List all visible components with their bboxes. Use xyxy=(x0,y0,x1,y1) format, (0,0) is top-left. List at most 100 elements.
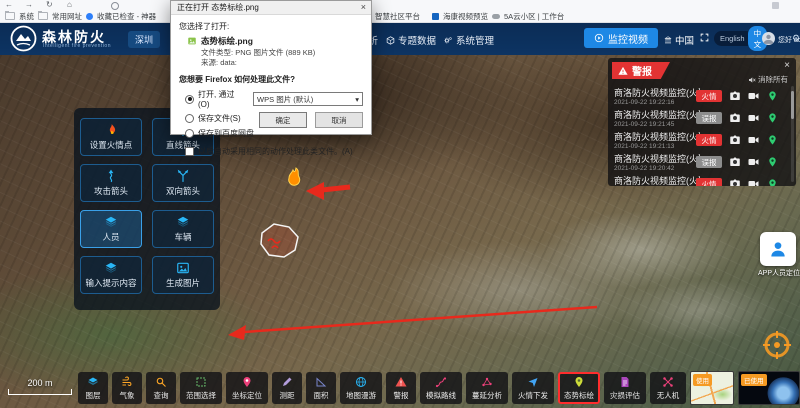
radio-selected-icon[interactable] xyxy=(185,95,194,104)
camera-icon[interactable] xyxy=(729,90,741,102)
video-camera-icon[interactable] xyxy=(747,112,760,124)
toolbar-measure-distance[interactable]: 测距 xyxy=(272,372,302,404)
browser-forward-icon[interactable]: → xyxy=(25,0,33,10)
alarm-row[interactable]: 商洛防火视频监控(火警) 2021-09-22 19:20:42 误报 xyxy=(608,152,788,174)
camera-icon[interactable] xyxy=(729,134,741,146)
globe-icon xyxy=(355,376,367,388)
location-pin-icon[interactable] xyxy=(767,156,778,168)
status-badge[interactable]: 火情 xyxy=(696,90,722,102)
plot-set-fire-point-button[interactable]: 设置火情点 xyxy=(80,118,142,156)
bookmark-item[interactable]: 海康视频预览 xyxy=(432,10,488,22)
toolbar-weather[interactable]: 气象 xyxy=(112,372,142,404)
video-camera-icon[interactable] xyxy=(747,90,760,102)
map-2d-thumbnail[interactable]: 使用 xyxy=(690,371,734,405)
toolbar-search[interactable]: 查询 xyxy=(146,372,176,404)
location-pin-icon[interactable] xyxy=(767,90,778,102)
fullscreen-icon[interactable] xyxy=(700,33,709,42)
camera-icon[interactable] xyxy=(729,156,741,168)
bookmark-item[interactable]: 系统 xyxy=(5,10,34,22)
map-2d-use-chip[interactable]: 使用 xyxy=(693,374,712,386)
toolbar-alarm[interactable]: 警报 xyxy=(386,372,416,404)
status-badge[interactable]: 火情 xyxy=(696,178,722,186)
video-camera-icon[interactable] xyxy=(747,134,760,146)
browser-reload-icon[interactable]: ↻ xyxy=(46,0,53,10)
checkbox-icon[interactable] xyxy=(185,147,194,156)
warning-icon xyxy=(395,376,407,388)
alarm-row[interactable]: 商洛防火视频监控(火警) 2021-09-22 19:21:13 火情 xyxy=(608,130,788,152)
toolbar-area[interactable]: 面积 xyxy=(306,372,336,404)
avatar[interactable] xyxy=(762,32,775,45)
map-3d-thumbnail[interactable]: 已使用 xyxy=(738,371,800,405)
person-locate-icon[interactable] xyxy=(760,232,796,266)
cancel-button[interactable]: 取消 xyxy=(315,112,363,128)
status-badge[interactable]: 误报 xyxy=(696,156,722,168)
scrollbar-thumb[interactable] xyxy=(791,91,794,119)
plot-personnel-button[interactable]: 人员 xyxy=(80,210,142,248)
plot-vehicle-button[interactable]: 车辆 xyxy=(152,210,214,248)
open-with-select[interactable]: WPS 图片 (默认) ▾ xyxy=(253,92,363,106)
dialog-source: 来源: data: xyxy=(201,58,363,68)
video-camera-icon[interactable] xyxy=(747,178,760,186)
dialog-close-icon[interactable]: × xyxy=(361,1,366,14)
location-pin-icon[interactable] xyxy=(767,112,778,124)
compass-icon[interactable] xyxy=(762,330,792,360)
settings-gear-icon[interactable]: ⚙ xyxy=(792,33,800,44)
toolbar-route-sim[interactable]: 模拟路线 xyxy=(420,372,462,404)
toolbar-spread-analysis[interactable]: 蔓延分析 xyxy=(466,372,508,404)
map-3d-use-chip[interactable]: 已使用 xyxy=(741,374,767,386)
status-badge[interactable]: 火情 xyxy=(696,134,722,146)
bookmark-item[interactable]: 常用网址 xyxy=(38,10,82,22)
bookmark-item[interactable]: 5A云小区 | 工作台 xyxy=(492,10,564,22)
warning-icon xyxy=(618,66,628,76)
country-selector[interactable]: 中国 xyxy=(664,33,694,47)
menu-thematic-data[interactable]: 专题数据 xyxy=(386,33,436,47)
location-pin-icon[interactable] xyxy=(767,178,778,186)
alarm-row[interactable]: 商洛防火视频监控(火警) 2021-09-22 19:22:16 火情 xyxy=(608,86,788,108)
language-toggle[interactable]: English 中文 xyxy=(714,31,760,46)
toolbar-drone[interactable]: 无人机 xyxy=(650,372,686,404)
open-with-option[interactable]: 打开, 通过(O) WPS 图片 (默认) ▾ xyxy=(185,89,363,109)
camera-icon[interactable] xyxy=(729,112,741,124)
camera-icon[interactable] xyxy=(729,178,741,186)
save-cloud-option[interactable]: 保存到百度网盘 xyxy=(185,128,363,139)
region-selector[interactable]: 深圳 xyxy=(128,31,160,48)
location-pin-icon[interactable] xyxy=(767,134,778,146)
alarm-scrollbar[interactable] xyxy=(791,86,794,182)
plot-double-arrow-button[interactable]: 双向箭头 xyxy=(152,164,214,202)
toolbar-range-select[interactable]: 范围选择 xyxy=(180,372,222,404)
toolbar-locate[interactable]: 坐标定位 xyxy=(226,372,268,404)
browser-home-icon[interactable]: ⌂ xyxy=(67,0,72,10)
alarm-row[interactable]: 商洛防火视频监控(火警) 2021-09-22 19:21:45 误报 xyxy=(608,108,788,130)
address-bar-search-icon[interactable] xyxy=(111,2,119,10)
toolbar-map-roam[interactable]: 地图漫游 xyxy=(340,372,382,404)
browser-back-icon[interactable]: ← xyxy=(5,0,13,10)
source-value: data: xyxy=(220,58,237,67)
alarm-row-title: 商洛防火视频监控(火警) xyxy=(614,174,700,186)
plot-attack-arrow-button[interactable]: 攻击箭头 xyxy=(80,164,142,202)
lang-en-option[interactable]: English xyxy=(714,34,745,43)
toolbar-fire-dispatch[interactable]: 火情下发 xyxy=(512,372,554,404)
menu-system-manage[interactable]: 系统管理 xyxy=(443,33,494,47)
alarm-clear-all[interactable]: 消除所有 xyxy=(748,74,788,85)
plot-input-text-button[interactable]: 输入提示内容 xyxy=(80,256,142,294)
toolbar-layers[interactable]: 图层 xyxy=(78,372,108,404)
radio-icon[interactable] xyxy=(185,114,194,123)
app-personnel-locate-widget[interactable]: APP人员定位 xyxy=(758,232,798,278)
ok-button[interactable]: 确定 xyxy=(259,112,307,128)
toolbar-label: 查询 xyxy=(154,390,169,401)
menu-label: 系统管理 xyxy=(456,33,494,47)
bookmark-item[interactable]: 智慧社区平台 xyxy=(375,10,420,22)
toolbar-situation-plot[interactable]: 态势标绘 xyxy=(558,372,600,404)
alarm-row[interactable]: 商洛防火视频监控(火警) 火情 xyxy=(608,174,788,186)
radio-icon[interactable] xyxy=(185,129,194,138)
plot-generate-image-button[interactable]: 生成图片 xyxy=(152,256,214,294)
monitor-video-button[interactable]: 监控视频 xyxy=(584,28,658,48)
bookmark-item[interactable]: 收藏已检查 - 神器 xyxy=(86,10,156,22)
alarm-close-icon[interactable]: × xyxy=(784,60,790,71)
remember-option[interactable]: 以后自动采用相同的动作处理此类文件。(A) xyxy=(185,146,363,157)
extension-icon[interactable] xyxy=(772,2,779,9)
status-badge[interactable]: 误报 xyxy=(696,112,722,124)
video-camera-icon[interactable] xyxy=(747,156,760,168)
toolbar-damage-assess[interactable]: 灾损评估 xyxy=(604,372,646,404)
cloud-icon xyxy=(492,14,500,19)
